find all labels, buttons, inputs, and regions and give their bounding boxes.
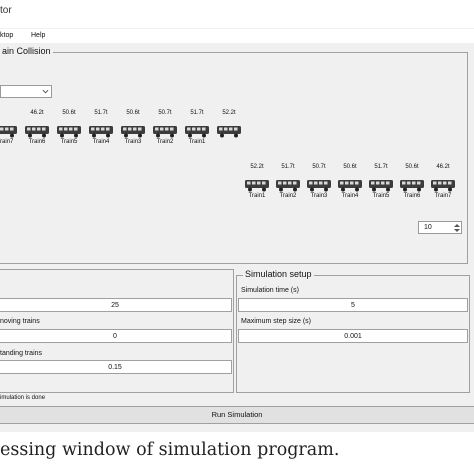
- title-bar: tor: [0, 0, 474, 28]
- simulation-setup-title: Simulation setup: [243, 269, 314, 279]
- collision-group: [0, 52, 468, 264]
- train-car-icon: [400, 180, 424, 192]
- car-weight: 51.7t: [190, 110, 204, 116]
- standing-trains-label: tanding trains: [0, 350, 43, 357]
- window-title: tor: [0, 5, 12, 16]
- train-car-icon: [217, 126, 241, 138]
- train-direction-combo[interactable]: [0, 85, 52, 98]
- train-car-icon: [369, 180, 393, 192]
- train-car-icon: [245, 180, 269, 192]
- run-simulation-button[interactable]: Run Simulation: [0, 406, 474, 424]
- max-step-size-field[interactable]: 0.001: [238, 329, 468, 343]
- menu-item-help[interactable]: Help: [31, 32, 45, 39]
- menu-item-desktop[interactable]: ktop: [0, 32, 13, 39]
- car-label: Train5: [60, 139, 78, 145]
- car-weight: 51.7t: [94, 110, 108, 116]
- car-label: Train1: [248, 193, 266, 199]
- train-car-icon: [307, 180, 331, 192]
- car-weight: 50.7t: [158, 110, 172, 116]
- car-weight: 50.6t: [343, 164, 357, 170]
- car-label: Train6: [403, 193, 421, 199]
- car-count-spinner[interactable]: 10: [418, 221, 462, 234]
- car-label: Train5: [372, 193, 390, 199]
- spinner-arrows-icon[interactable]: [454, 223, 460, 233]
- standing-trains-field[interactable]: 0.15: [0, 360, 232, 374]
- parameter-field-1[interactable]: 25: [0, 298, 232, 312]
- train-car-icon: [276, 180, 300, 192]
- train-car-icon: [121, 126, 145, 138]
- car-label: Train6: [28, 139, 46, 145]
- collision-group-title: ain Collision: [0, 46, 53, 56]
- train-car-icon: [185, 126, 209, 138]
- train-car-icon: [153, 126, 177, 138]
- car-label: Train2: [279, 193, 297, 199]
- car-weight: 50.7t: [312, 164, 326, 170]
- train-car-icon: [0, 126, 17, 138]
- car-weight: 50.6t: [126, 110, 140, 116]
- car-label: Train3: [310, 193, 328, 199]
- moving-trains-field[interactable]: 0: [0, 329, 232, 343]
- train-car-icon: [89, 126, 113, 138]
- car-label: Train7: [0, 139, 14, 145]
- car-weight: 51.7t: [374, 164, 388, 170]
- car-weight: 50.6t: [405, 164, 419, 170]
- car-label: Train7: [434, 193, 452, 199]
- car-weight: 46.2t: [30, 110, 44, 116]
- car-weight: 46.2t: [436, 164, 450, 170]
- car-weight: 52.2t: [222, 110, 236, 116]
- max-step-size-label: Maximum step size (s): [241, 318, 312, 325]
- figure-caption: essing window of simulation program.: [0, 440, 340, 460]
- train-car-icon: [57, 126, 81, 138]
- train-car-icon: [338, 180, 362, 192]
- car-count-value: 10: [424, 224, 432, 231]
- status-text: imulation is done: [0, 395, 46, 401]
- simulation-time-label: Simulation time (s): [241, 287, 299, 294]
- moving-trains-label: noving trains: [0, 318, 40, 325]
- app-window: tor ktop Help ain Collision Train7 46.2t T…: [0, 0, 474, 432]
- car-weight: 51.7t: [281, 164, 295, 170]
- menu-bar: ktop Help: [0, 29, 474, 43]
- car-label: Train4: [341, 193, 359, 199]
- simulation-time-field[interactable]: 5: [238, 298, 468, 312]
- car-label: Train4: [92, 139, 110, 145]
- car-label: Train3: [124, 139, 142, 145]
- car-weight: 52.2t: [250, 164, 264, 170]
- train-car-icon: [25, 126, 49, 138]
- car-label: Train2: [156, 139, 174, 145]
- car-label: Train1: [188, 139, 206, 145]
- train-car-icon: [431, 180, 455, 192]
- chevron-down-icon: [42, 89, 49, 94]
- car-weight: 50.6t: [62, 110, 76, 116]
